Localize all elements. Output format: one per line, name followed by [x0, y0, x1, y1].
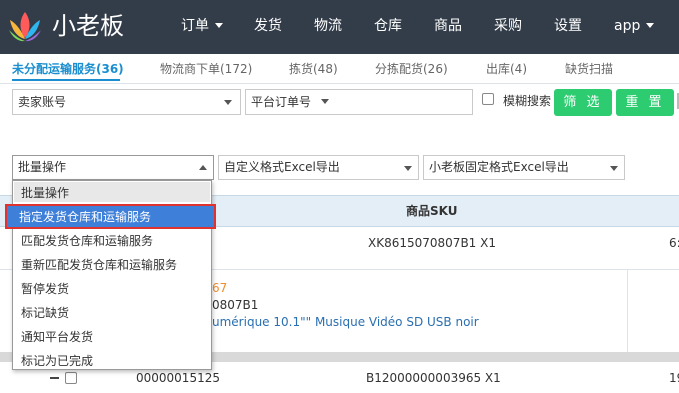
seller-account-label: 卖家账号 — [18, 95, 67, 109]
tab-picking[interactable]: 拣货(48) — [289, 61, 338, 77]
row-3-checkbox[interactable] — [65, 372, 77, 384]
nav-orders[interactable]: 订单 — [181, 16, 223, 36]
nav-warehouse[interactable]: 仓库 — [374, 16, 402, 36]
fixed-excel-export-select[interactable]: 小老板固定格式Excel导出 — [423, 155, 625, 180]
fuzzy-search-checkbox[interactable] — [482, 93, 494, 105]
chevron-down-icon — [215, 22, 223, 28]
row-2-product-title[interactable]: umérique 10.1"" Musique Vidéo SD USB noi… — [212, 314, 479, 330]
row-2-order-number[interactable]: 67 — [212, 280, 227, 296]
tab-carrier-order[interactable]: 物流商下单(172) — [160, 61, 252, 77]
dropdown-option-assign-warehouse[interactable]: 指定发货仓库和运输服务 — [5, 204, 216, 229]
top-navigation-bar: 小老板 订单 发货 物流 仓库 商品 采购 设置 app — [0, 0, 679, 54]
tab-outbound[interactable]: 出库(4) — [486, 61, 527, 77]
nav-shipping[interactable]: 发货 — [254, 16, 282, 36]
reset-button[interactable]: 重 置 — [616, 89, 674, 116]
nav-app[interactable]: app — [614, 16, 655, 36]
collapse-icon[interactable] — [50, 377, 59, 379]
chevron-down-icon — [646, 22, 655, 28]
row-2-sku: 0807B1 — [212, 298, 259, 312]
filter-button[interactable]: 筛 选 — [554, 89, 612, 116]
platform-order-label: 平台订单号 — [251, 95, 312, 109]
dropdown-option-mark-stockout[interactable]: 标记缺货 — [21, 305, 69, 321]
row-1-sku: XK8615070807B1 X1 — [368, 236, 496, 250]
row-1-right-value: 6: — [669, 236, 679, 250]
fuzzy-search-label: 模糊搜索 — [503, 94, 552, 108]
nav-settings[interactable]: 设置 — [554, 16, 582, 36]
dropdown-option-mark-completed[interactable]: 标记为已完成 — [21, 353, 93, 369]
chevron-up-icon — [199, 165, 207, 170]
chevron-down-icon — [610, 166, 618, 171]
chevron-down-icon — [404, 166, 412, 171]
row-3-order-number[interactable]: 00000015125 — [136, 370, 220, 386]
custom-excel-export-label: 自定义格式Excel导出 — [224, 160, 340, 174]
chevron-down-icon — [321, 99, 330, 104]
tab-unassigned-shipping[interactable]: 未分配运输服务(36) — [12, 61, 124, 77]
nav-logistics[interactable]: 物流 — [314, 16, 342, 36]
nav-app-label: app — [614, 18, 641, 34]
seller-account-select[interactable]: 卖家账号 — [12, 89, 241, 115]
batch-operation-label: 批量操作 — [18, 160, 67, 174]
platform-order-input[interactable]: 平台订单号 — [245, 89, 473, 115]
row-3-sku: B12000000003965 X1 — [366, 371, 501, 385]
fixed-excel-export-label: 小老板固定格式Excel导出 — [429, 160, 569, 174]
chevron-down-icon — [224, 100, 232, 105]
nav-orders-label: 订单 — [181, 18, 209, 34]
batch-operation-select[interactable]: 批量操作 — [12, 155, 214, 180]
tab-sorting[interactable]: 分拣配货(26) — [375, 61, 448, 77]
column-header-sku: 商品SKU — [406, 204, 458, 218]
dropdown-option-placeholder[interactable]: 批量操作 — [21, 185, 69, 201]
tab-stockout-scan[interactable]: 缺货扫描 — [565, 61, 613, 77]
nav-products[interactable]: 商品 — [434, 16, 462, 36]
dropdown-option-notify-platform[interactable]: 通知平台发货 — [21, 329, 93, 345]
lotus-logo-icon — [9, 12, 41, 42]
row-3-right-value: 19 — [669, 371, 679, 385]
dropdown-option-rematch-warehouse[interactable]: 重新匹配发货仓库和运输服务 — [21, 257, 177, 273]
dropdown-option-assign-warehouse-label: 指定发货仓库和运输服务 — [19, 210, 152, 224]
custom-excel-export-select[interactable]: 自定义格式Excel导出 — [218, 155, 419, 180]
column-divider — [627, 270, 628, 352]
active-tab-indicator — [12, 79, 120, 81]
nav-purchasing[interactable]: 采购 — [494, 16, 522, 36]
brand-name: 小老板 — [52, 12, 124, 40]
dropdown-option-pause-shipping[interactable]: 暂停发货 — [21, 281, 69, 297]
dropdown-option-match-warehouse[interactable]: 匹配发货仓库和运输服务 — [21, 233, 153, 249]
